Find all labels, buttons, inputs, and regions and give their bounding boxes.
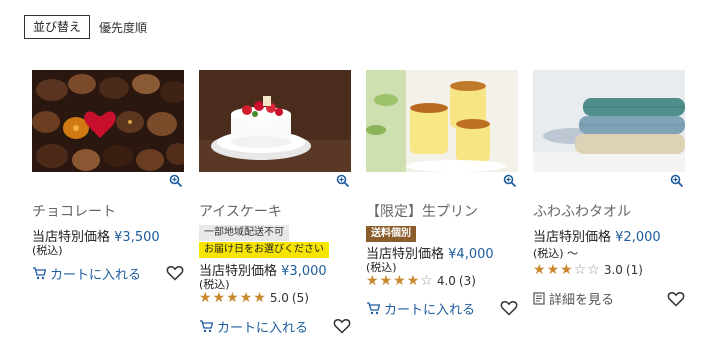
star-filled-icon: ★ [533,262,546,278]
price-line: 当店特別価格 ¥2,000 [533,226,661,245]
rating-value: 4.0 [436,274,456,288]
cart-label: カートに入れる [217,321,309,336]
rating-value: 3.0 [603,263,623,277]
sort-bar: 並び替え 優先度順 [24,15,147,39]
star-filled-icon: ★ [546,262,560,278]
star-filled-icon: ★ [379,273,393,289]
rating-stars: ★ ★ ★ ☆ ☆ 3.0 (1) [533,263,643,277]
add-to-cart-button[interactable]: カートに入れる [199,317,308,336]
star-filled-icon: ★ [239,290,253,306]
product-card-towel [533,70,685,172]
product-card-pudding [366,70,518,172]
zoom-icon[interactable] [336,174,350,188]
sort-button[interactable]: 並び替え [24,15,91,39]
star-filled-icon: ★ [199,290,212,306]
cart-icon [200,320,213,333]
price-label: 当店特別価格 [533,230,612,245]
sort-value[interactable]: 優先度順 [99,19,147,36]
price-amount: ¥3,500 [114,230,160,245]
product-card-chocolate [32,70,184,172]
favorite-heart-icon[interactable] [500,299,518,317]
star-filled-icon: ★ [212,290,226,306]
cart-icon [367,302,380,315]
zoom-icon[interactable] [169,174,183,188]
rating-stars: ★ ★ ★ ★ ★ 5.0 (5) [199,291,309,305]
product-card-ice-cake [199,70,351,172]
cart-label: カートに入れる [50,268,142,283]
product-image-towel[interactable] [533,70,685,172]
add-to-cart-button[interactable]: カートに入れる [32,264,141,283]
cart-icon [33,267,46,280]
review-count[interactable]: (5) [292,291,309,305]
view-details-button[interactable]: 詳細を見る [533,289,614,308]
product-name[interactable]: 【限定】生プリン [366,201,478,221]
review-count[interactable]: (3) [459,274,476,288]
star-filled-icon: ★ [393,273,406,289]
star-filled-icon: ★ [406,273,420,289]
star-filled-icon: ★ [226,290,239,306]
tax-label: (税込) [32,244,63,257]
cart-label: カートに入れる [384,303,476,318]
add-to-cart-button[interactable]: カートに入れる [366,299,475,318]
price-amount: ¥3,000 [281,264,327,279]
delivery-date-badge: お届け日をお選びください [199,242,329,258]
review-count[interactable]: (1) [626,263,643,277]
star-empty-icon: ☆ [420,273,433,289]
favorite-heart-icon[interactable] [166,264,184,282]
shipping-badge: 送料個別 [366,226,416,242]
star-filled-icon: ★ [560,262,573,278]
product-name[interactable]: チョコレート [32,201,116,221]
favorite-heart-icon[interactable] [667,290,685,308]
rating-value: 5.0 [269,291,289,305]
star-filled-icon: ★ [253,290,266,306]
delivery-restriction-badge: 一部地域配送不可 [199,225,289,241]
product-name[interactable]: ふわふわタオル [533,201,631,221]
product-name[interactable]: アイスケーキ [199,201,282,221]
star-empty-icon: ☆ [573,262,587,278]
favorite-heart-icon[interactable] [333,317,351,335]
details-label: 詳細を見る [549,293,615,308]
price-amount: ¥2,000 [615,230,661,245]
price-amount: ¥4,000 [448,247,494,262]
product-image-pudding[interactable] [366,70,518,172]
product-image-ice-cake[interactable] [199,70,351,172]
zoom-icon[interactable] [503,174,517,188]
star-filled-icon: ★ [366,273,379,289]
product-image-chocolate[interactable] [32,70,184,172]
tax-label: (税込) 〜 [533,247,579,260]
zoom-icon[interactable] [670,174,684,188]
star-empty-icon: ☆ [587,262,600,278]
document-icon [533,292,545,305]
rating-stars: ★ ★ ★ ★ ☆ 4.0 (3) [366,274,476,288]
